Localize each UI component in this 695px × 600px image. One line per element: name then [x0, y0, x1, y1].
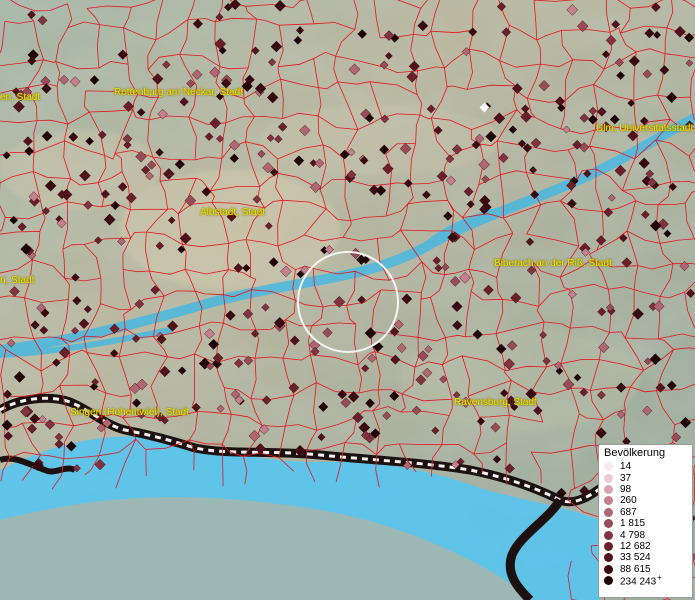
legend-item: 1 815	[604, 518, 687, 529]
legend-label: 37	[620, 472, 632, 484]
legend-swatch	[604, 484, 613, 494]
legend-swatch	[604, 473, 613, 483]
legend-label: 1 815	[620, 518, 646, 530]
legend-label: 12 682	[620, 540, 651, 552]
legend-swatch	[604, 519, 613, 529]
legend-item: 260	[604, 495, 687, 506]
legend-swatch	[604, 530, 613, 540]
legend-label: 234 243+	[620, 573, 662, 588]
legend-item: 687	[604, 507, 687, 518]
legend-item: 98	[604, 484, 687, 495]
legend-swatch	[604, 496, 613, 506]
map-canvas[interactable]	[0, 0, 695, 600]
legend-label: 687	[620, 506, 637, 518]
legend-item: 33 524	[604, 552, 687, 563]
legend-label: 260	[620, 495, 637, 507]
legend-swatch	[604, 553, 613, 563]
legend-item: 234 243+	[604, 573, 687, 588]
legend-rows: 14 37 98 260 687 1 815 4 798 12 682 33 524 88 615…	[604, 461, 687, 588]
legend-label: 14	[620, 461, 632, 473]
population-legend: Bevölkerung 14 37 98 260 687 1 815 4 798 12 682…	[598, 444, 693, 598]
legend-swatch	[604, 576, 613, 586]
legend-label: 4 798	[620, 529, 646, 541]
legend-label: 98	[620, 483, 632, 495]
legend-swatch	[604, 507, 613, 517]
legend-item: 14	[604, 461, 687, 472]
legend-title: Bevölkerung	[604, 447, 666, 459]
legend-item: 37	[604, 472, 687, 484]
legend-label: 33 524	[620, 552, 651, 564]
legend-swatch	[604, 564, 613, 574]
legend-item: 4 798	[604, 529, 687, 541]
legend-swatch	[604, 541, 613, 551]
legend-swatch	[604, 462, 613, 472]
legend-plus-mark: +	[657, 573, 662, 583]
legend-item: 12 682	[604, 541, 687, 552]
